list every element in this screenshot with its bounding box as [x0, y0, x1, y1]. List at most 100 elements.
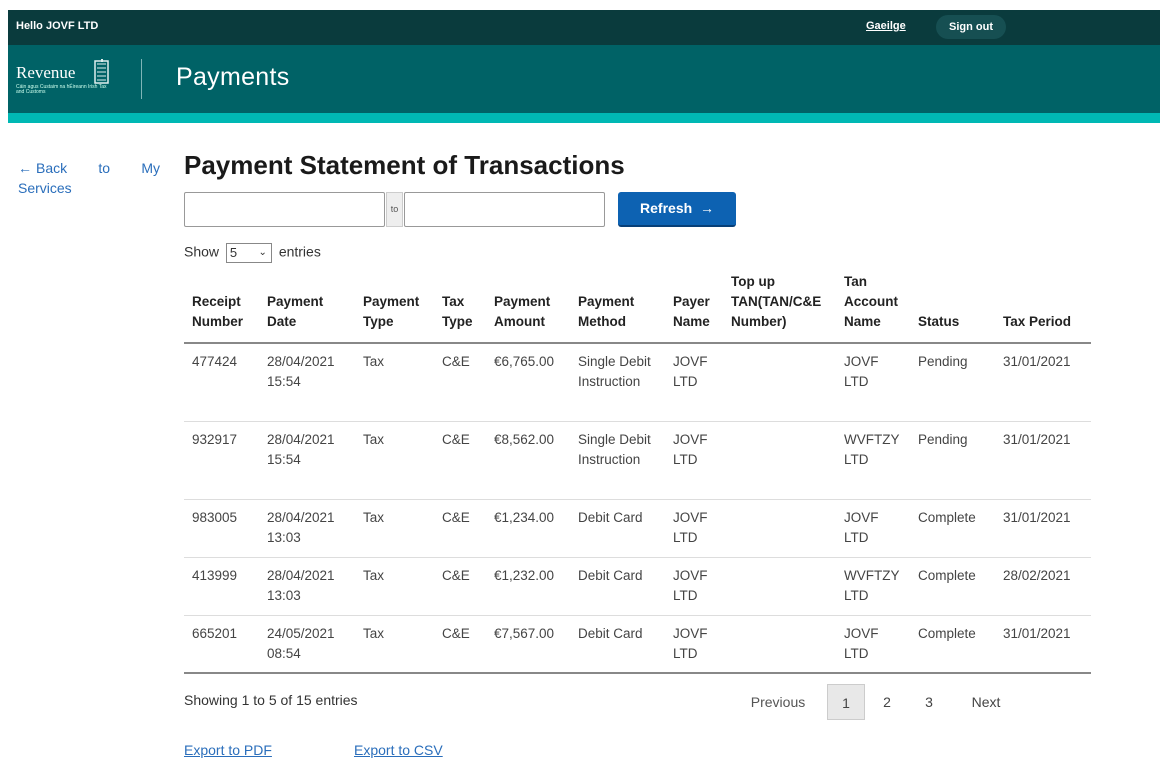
column-header[interactable]: Payment Type [355, 272, 434, 344]
table-cell [723, 615, 836, 674]
revenue-logo[interactable]: Revenue Cáin agus Custaim na hÉireann Ir… [16, 59, 116, 99]
table-cell: JOVF LTD [836, 615, 910, 674]
harp-icon [94, 59, 109, 84]
column-header[interactable]: Payer Name [665, 272, 723, 344]
table-cell: WVFTZY LTD [836, 557, 910, 616]
table-cell: JOVF LTD [665, 557, 723, 616]
page-2-button[interactable]: 2 [870, 684, 904, 720]
table-row: 983005 28/04/2021 13:03 Tax C&E €1,234.0… [184, 499, 1091, 558]
table-cell: 665201 [184, 615, 259, 674]
table-header-row: Receipt Number Payment Date Payment Type… [184, 272, 1091, 344]
table-cell: 28/02/2021 [995, 557, 1091, 616]
column-header[interactable]: Top up TAN(TAN/C&E Number) [723, 272, 836, 344]
table-cell: 31/01/2021 [995, 343, 1091, 422]
table-cell: 28/04/2021 13:03 [259, 499, 355, 558]
column-header[interactable]: Tan Account Name [836, 272, 910, 344]
table-cell: Single Debit Instruction [570, 421, 665, 500]
table-cell: Tax [355, 557, 434, 616]
column-header[interactable]: Receipt Number [184, 272, 259, 344]
table-cell: JOVF LTD [836, 499, 910, 558]
date-range-to-label: to [386, 192, 403, 227]
back-to-my-services-link[interactable]: ← Back to My Services [18, 158, 160, 198]
header-accent-bar [8, 113, 1160, 123]
status-cell: Complete [910, 557, 995, 616]
table-cell: JOVF LTD [665, 343, 723, 422]
page-size-control: Show 5 ⌄ entries [184, 243, 321, 263]
header-divider [141, 59, 142, 99]
next-page-button[interactable]: Next [962, 684, 1010, 720]
table-cell: C&E [434, 499, 486, 558]
table-cell: €1,232.00 [486, 557, 570, 616]
table-cell: C&E [434, 343, 486, 422]
table-cell: Tax [355, 615, 434, 674]
table-cell: Tax [355, 499, 434, 558]
table-cell: €8,562.00 [486, 421, 570, 500]
export-pdf-link[interactable]: Export to PDF [184, 742, 272, 758]
table-cell: 28/04/2021 15:54 [259, 343, 355, 422]
site-header: Revenue Cáin agus Custaim na hÉireann Ir… [8, 45, 1160, 113]
page-3-button[interactable]: 3 [912, 684, 946, 720]
page-1-button[interactable]: 1 [827, 684, 865, 720]
transactions-table: Receipt Number Payment Date Payment Type… [184, 272, 1091, 674]
sign-out-button[interactable]: Sign out [936, 15, 1006, 39]
previous-page-button[interactable]: Previous [740, 684, 816, 720]
arrow-right-icon: → [696, 200, 714, 216]
logo-subtitle: Cáin agus Custaim na hÉireann Irish Tax … [16, 84, 107, 95]
table-cell: €6,765.00 [486, 343, 570, 422]
table-row: 413999 28/04/2021 13:03 Tax C&E €1,232.0… [184, 557, 1091, 616]
table-cell [723, 499, 836, 558]
table-cell: Tax [355, 421, 434, 500]
table-cell: JOVF LTD [665, 499, 723, 558]
table-cell: C&E [434, 557, 486, 616]
table-cell: 932917 [184, 421, 259, 500]
chevron-down-icon: ⌄ [258, 247, 267, 258]
table-cell: 24/05/2021 08:54 [259, 615, 355, 674]
table-cell: Debit Card [570, 557, 665, 616]
table-cell: 31/01/2021 [995, 499, 1091, 558]
table-cell: C&E [434, 615, 486, 674]
column-header[interactable]: Tax Period [995, 272, 1091, 344]
column-header[interactable]: Payment Amount [486, 272, 570, 344]
greeting-text: Hello JOVF LTD [16, 20, 99, 32]
table-cell: Single Debit Instruction [570, 343, 665, 422]
table-cell: C&E [434, 421, 486, 500]
table-cell: 983005 [184, 499, 259, 558]
table-cell: Debit Card [570, 499, 665, 558]
table-cell: 413999 [184, 557, 259, 616]
date-from-input[interactable] [184, 192, 385, 227]
top-bar: Hello JOVF LTD Gaeilge Sign out [8, 10, 1160, 45]
page-size-select[interactable]: 5 ⌄ [225, 243, 272, 263]
page-title: Payment Statement of Transactions [184, 150, 625, 180]
table-cell: JOVF LTD [665, 615, 723, 674]
table-cell: WVFTZY LTD [836, 421, 910, 500]
table-cell: 31/01/2021 [995, 615, 1091, 674]
column-header[interactable]: Status [910, 272, 995, 344]
table-info-text: Showing 1 to 5 of 15 entries [184, 692, 358, 708]
table-cell: JOVF LTD [665, 421, 723, 500]
table-row: 932917 28/04/2021 15:54 Tax C&E €8,562.0… [184, 421, 1091, 500]
arrow-left-icon: ← [18, 160, 32, 176]
export-csv-link[interactable]: Export to CSV [354, 742, 443, 758]
table-cell: JOVF LTD [836, 343, 910, 422]
date-to-input[interactable] [404, 192, 605, 227]
table-cell [723, 343, 836, 422]
table-cell [723, 557, 836, 616]
logo-text: Revenue [16, 63, 76, 82]
table-cell: 477424 [184, 343, 259, 422]
status-cell: Complete [910, 615, 995, 674]
refresh-button[interactable]: Refresh → [618, 192, 736, 227]
table-cell: 31/01/2021 [995, 421, 1091, 500]
entries-label: entries [278, 243, 321, 260]
status-cell: Complete [910, 499, 995, 558]
table-cell: 28/04/2021 13:03 [259, 557, 355, 616]
table-cell: Debit Card [570, 615, 665, 674]
table-cell: €1,234.00 [486, 499, 570, 558]
column-header[interactable]: Payment Date [259, 272, 355, 344]
page-size-value: 5 [229, 245, 238, 260]
column-header[interactable]: Payment Method [570, 272, 665, 344]
column-header[interactable]: Tax Type [434, 272, 486, 344]
table-row: 477424 28/04/2021 15:54 Tax C&E €6,765.0… [184, 343, 1091, 422]
language-link[interactable]: Gaeilge [866, 20, 906, 32]
table-row: 665201 24/05/2021 08:54 Tax C&E €7,567.0… [184, 615, 1091, 674]
table-cell: 28/04/2021 15:54 [259, 421, 355, 500]
